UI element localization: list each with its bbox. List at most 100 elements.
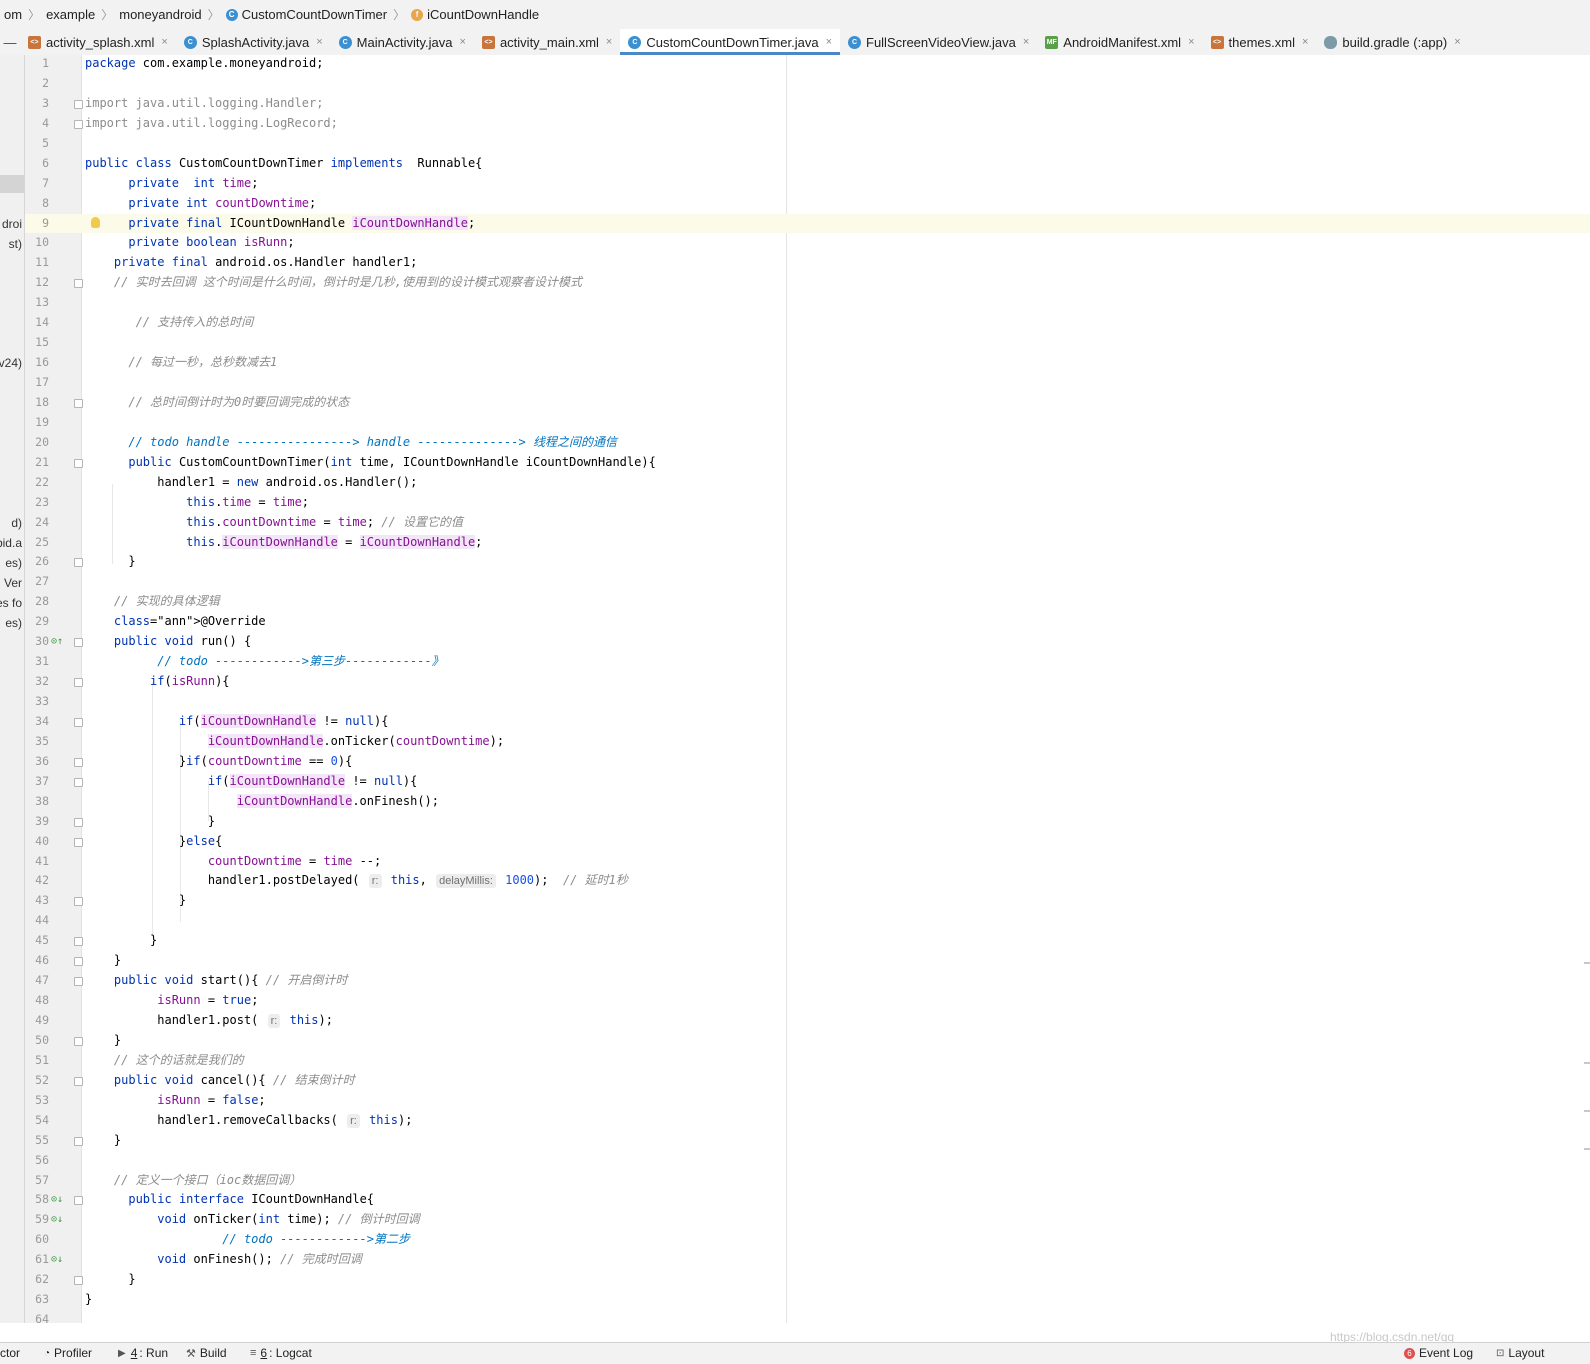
code-line[interactable]: 60 // todo ------------>第二步 (25, 1230, 1590, 1250)
line-number[interactable]: 46 (25, 951, 49, 971)
code-line[interactable]: 63} (25, 1290, 1590, 1310)
code-line[interactable]: 58 ⊙↓ public interface ICountDownHandle{ (25, 1190, 1590, 1210)
code-line[interactable]: 61 ⊙↓ void onFinesh(); // 完成时回调 (25, 1250, 1590, 1270)
implemented-method-icon[interactable]: ⊙↓ (51, 1210, 63, 1230)
line-number[interactable]: 39 (25, 812, 49, 832)
code-line[interactable]: 1 package com.example.moneyandroid; (25, 54, 1590, 74)
code-line[interactable]: 38 iCountDownHandle.onFinesh(); (25, 792, 1590, 812)
fold-marker-icon[interactable] (74, 1076, 83, 1086)
fold-marker-icon[interactable] (74, 638, 83, 648)
code-line[interactable]: 10 private boolean isRunn; (25, 233, 1590, 253)
fold-marker-icon[interactable] (74, 279, 83, 289)
override-method-icon[interactable]: ⊙↑ (51, 632, 63, 652)
line-number[interactable]: 1 (25, 54, 49, 74)
fold-marker-icon[interactable] (74, 897, 83, 907)
editor-tab[interactable]: build.gradle (:app) × (1316, 29, 1468, 55)
line-number[interactable]: 2 (25, 74, 49, 94)
line-number[interactable]: 20 (25, 433, 49, 453)
code-line[interactable]: 25 this.iCountDownHandle = iCountDownHan… (25, 533, 1590, 553)
scrollbar-marker[interactable] (1584, 1148, 1590, 1150)
code-line[interactable]: 22 handler1 = new android.os.Handler(); (25, 473, 1590, 493)
code-line[interactable]: 24 this.countDowntime = time; // 设置它的值 (25, 513, 1590, 533)
code-line[interactable]: 47 public void start(){ // 开启倒计时 (25, 971, 1590, 991)
collapse-icon[interactable]: — (0, 29, 20, 55)
project-tree-item-fragment[interactable]: v24) (0, 356, 22, 370)
code-line[interactable]: 35 iCountDownHandle.onTicker(countDownti… (25, 732, 1590, 752)
line-number[interactable]: 11 (25, 253, 49, 273)
line-number[interactable]: 10 (25, 233, 49, 253)
layout-inspector-button[interactable]: ⊡ Layout (1496, 1346, 1544, 1360)
code-line[interactable]: 51 // 这个的话就是我们的 (25, 1051, 1590, 1071)
line-number[interactable]: 22 (25, 473, 49, 493)
code-line[interactable]: 32 if(isRunn){ (25, 672, 1590, 692)
fold-marker-icon[interactable] (74, 99, 83, 109)
fold-marker-icon[interactable] (74, 777, 83, 787)
code-line[interactable]: 33 (25, 692, 1590, 712)
line-number[interactable]: 7 (25, 174, 49, 194)
code-line[interactable]: 12 // 实时去回调 这个时间是什么时间，倒计时是几秒,使用到的设计模式观察者… (25, 273, 1590, 293)
editor-tab[interactable]: C SplashActivity.java × (176, 29, 331, 55)
breadcrumb-item[interactable]: example (42, 7, 99, 22)
project-tree-item-fragment[interactable]: Ver (4, 576, 22, 590)
fold-marker-icon[interactable] (74, 119, 83, 129)
code-line[interactable]: 4 import java.util.logging.LogRecord; (25, 114, 1590, 134)
editor-tab[interactable]: C FullScreenVideoView.java × (840, 29, 1037, 55)
line-number[interactable]: 19 (25, 413, 49, 433)
line-number[interactable]: 32 (25, 672, 49, 692)
implemented-method-icon[interactable]: ⊙↓ (51, 1190, 63, 1210)
code-line[interactable]: 20 // todo handle ----------------> hand… (25, 433, 1590, 453)
fold-marker-icon[interactable] (74, 817, 83, 827)
fold-marker-icon[interactable] (74, 937, 83, 947)
fold-marker-icon[interactable] (74, 398, 83, 408)
editor-tab[interactable]: <> themes.xml × (1203, 29, 1317, 55)
code-line[interactable]: 42 handler1.postDelayed( r: this, delayM… (25, 871, 1590, 891)
close-icon[interactable]: × (1302, 36, 1308, 48)
line-number[interactable]: 55 (25, 1131, 49, 1151)
code-line[interactable]: 6 public class CustomCountDownTimer imple… (25, 154, 1590, 174)
fold-marker-icon[interactable] (74, 1136, 83, 1146)
code-line[interactable]: 57 // 定义一个接口（ioc数据回调） (25, 1171, 1590, 1191)
line-number[interactable]: 48 (25, 991, 49, 1011)
line-number[interactable]: 24 (25, 513, 49, 533)
line-number[interactable]: 51 (25, 1051, 49, 1071)
code-line[interactable]: 7 private int time; (25, 174, 1590, 194)
breadcrumb-item[interactable]: om (0, 7, 26, 22)
fold-marker-icon[interactable] (74, 757, 83, 767)
close-icon[interactable]: × (606, 36, 612, 48)
profiler-tool-button[interactable]: ◔ Profiler (44, 1346, 92, 1360)
line-number[interactable]: 25 (25, 533, 49, 553)
line-number[interactable]: 16 (25, 353, 49, 373)
editor-tab[interactable]: <> activity_splash.xml × (20, 29, 176, 55)
close-icon[interactable]: × (1023, 36, 1029, 48)
project-tree-item-fragment[interactable]: bid.a (0, 536, 22, 550)
editor-tab[interactable]: <> activity_main.xml × (474, 29, 620, 55)
breadcrumb-item[interactable]: C CustomCountDownTimer (222, 7, 391, 22)
close-icon[interactable]: × (1188, 36, 1194, 48)
code-line[interactable]: 9 private final ICountDownHandle iCountD… (25, 213, 1590, 234)
code-line[interactable]: 31 // todo ------------>第三步------------》 (25, 652, 1590, 672)
project-tree-item-fragment[interactable]: d) (11, 516, 22, 530)
run-tool-button[interactable]: ▶ 4: Run (118, 1346, 168, 1360)
code-line[interactable]: 28 // 实现的具体逻辑 (25, 592, 1590, 612)
code-line[interactable]: 43 } (25, 891, 1590, 911)
event-log-button[interactable]: 6 Event Log (1404, 1346, 1473, 1360)
line-number[interactable]: 5 (25, 134, 49, 154)
scrollbar-marker[interactable] (1584, 1110, 1590, 1112)
breadcrumb-item[interactable]: moneyandroid (115, 7, 205, 22)
line-number[interactable]: 61 (25, 1250, 49, 1270)
code-line[interactable]: 64 (25, 1310, 1590, 1330)
line-number[interactable]: 62 (25, 1270, 49, 1290)
code-line[interactable]: 29 class="ann">@Override (25, 612, 1590, 632)
line-number[interactable]: 6 (25, 154, 49, 174)
fold-marker-icon[interactable] (74, 957, 83, 967)
close-icon[interactable]: × (826, 36, 832, 48)
code-line[interactable]: 30 ⊙↑ public void run() { (25, 632, 1590, 652)
code-line[interactable]: 39 } (25, 812, 1590, 832)
code-line[interactable]: 26 } (25, 552, 1590, 572)
scrollbar-marker[interactable] (1584, 1062, 1590, 1064)
fold-marker-icon[interactable] (74, 1276, 83, 1286)
line-number[interactable]: 47 (25, 971, 49, 991)
code-line[interactable]: 27 (25, 572, 1590, 592)
line-number[interactable]: 36 (25, 752, 49, 772)
line-number[interactable]: 3 (25, 94, 49, 114)
